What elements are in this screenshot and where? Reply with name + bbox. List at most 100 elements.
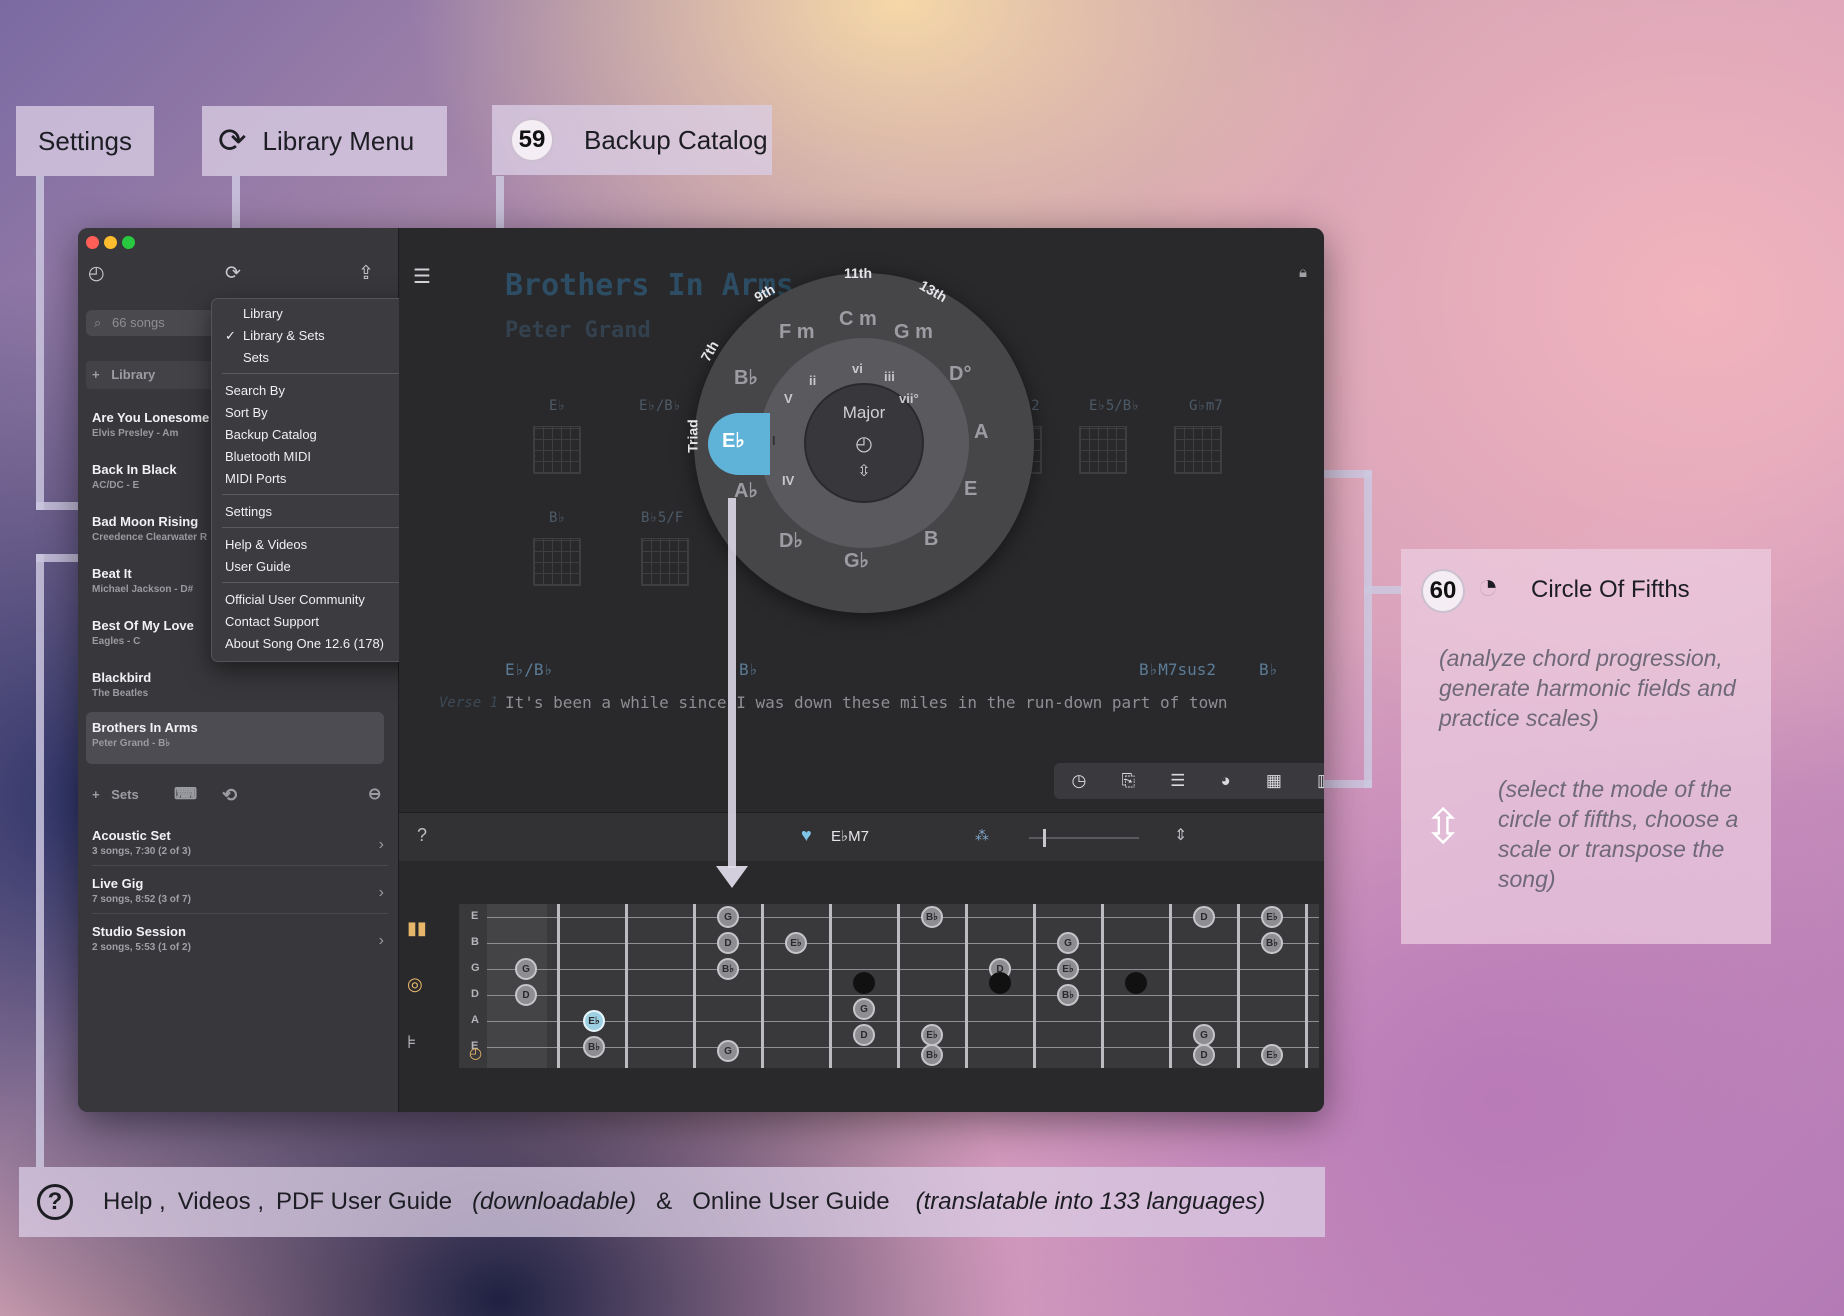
sync-icon[interactable]: ⟲ xyxy=(222,781,237,809)
fret-note[interactable]: D xyxy=(717,932,739,954)
fret-note[interactable]: B♭ xyxy=(1261,932,1283,954)
fret-note[interactable]: G xyxy=(515,958,537,980)
help-icon[interactable]: ? xyxy=(417,825,427,846)
collapse-icon[interactable]: ⊖ xyxy=(368,781,381,809)
fretboard-toggle-icon[interactable]: ▮▮ xyxy=(407,918,427,939)
menu-item-sets[interactable]: Sets xyxy=(225,348,422,368)
set-item[interactable]: Live Gig 7 songs, 8:52 (3 of 7) › xyxy=(92,876,388,914)
menu-item-library[interactable]: Library xyxy=(225,304,422,324)
scale-icon[interactable]: ◎ xyxy=(407,974,423,995)
fret-note[interactable]: G xyxy=(717,906,739,928)
extension-label[interactable]: 11th xyxy=(844,265,872,281)
fret-note-root[interactable]: E♭ xyxy=(583,1010,605,1032)
fret-note[interactable]: E♭ xyxy=(921,1024,943,1046)
lyrics-icon[interactable]: ☰ xyxy=(1170,771,1185,791)
menu-item-about[interactable]: About Song One 12.6 (178) xyxy=(225,634,422,654)
capo-icon[interactable]: ⁂ xyxy=(975,827,989,844)
menu-item-label: Official User Community xyxy=(225,592,365,607)
chord-grid-icon[interactable]: ▦ xyxy=(1266,771,1282,791)
circle-of-fifths[interactable]: Major ◴ ⇳ C m G m D° A E B G♭ D♭ A♭ E♭ B… xyxy=(685,265,1034,613)
fret-note[interactable]: D xyxy=(853,1024,875,1046)
set-item[interactable]: Acoustic Set 3 songs, 7:30 (2 of 3) › xyxy=(92,828,388,866)
volume-slider-thumb[interactable] xyxy=(1043,829,1046,847)
piano-icon[interactable]: ▥ xyxy=(1317,771,1324,791)
fret-note[interactable]: D xyxy=(515,984,537,1006)
fret-note[interactable]: E♭ xyxy=(1261,1044,1283,1066)
menu-item-library-sets[interactable]: ✓ Library & Sets xyxy=(225,326,422,346)
fret-note[interactable]: G xyxy=(1193,1024,1215,1046)
add-icon[interactable]: + xyxy=(92,367,100,382)
menu-item-settings[interactable]: Settings xyxy=(225,502,422,522)
key-label-selected[interactable]: E♭ xyxy=(722,428,745,453)
key-label[interactable]: B♭ xyxy=(734,365,758,390)
stepper-icon[interactable]: ⇕ xyxy=(1174,825,1187,845)
close-window-button[interactable] xyxy=(86,236,99,249)
fret-note[interactable]: B♭ xyxy=(921,906,943,928)
menu-item-search-by[interactable]: Search By› xyxy=(225,381,422,401)
playback-bar: ? ♥ E♭M7 ⁂ ⇕ xyxy=(399,812,1324,861)
fret-note[interactable]: D xyxy=(1193,906,1215,928)
clipboard-icon[interactable]: ⎘ xyxy=(1121,771,1135,791)
minimize-window-button[interactable] xyxy=(104,236,117,249)
fret-note[interactable]: G xyxy=(1057,932,1079,954)
lyric-chord[interactable]: B♭ xyxy=(739,660,758,679)
fret-note[interactable]: G xyxy=(853,998,875,1020)
set-item[interactable]: Studio Session 2 songs, 5:53 (1 of 2) › xyxy=(92,924,388,961)
fret-note[interactable]: B♭ xyxy=(717,958,739,980)
fret-note[interactable]: E♭ xyxy=(1057,958,1079,980)
gig-icon[interactable]: ⌨ xyxy=(174,781,197,809)
key-label[interactable]: F m xyxy=(779,321,815,344)
volume-slider[interactable] xyxy=(1029,829,1139,847)
extension-label[interactable]: Triad xyxy=(685,419,701,452)
key-label[interactable]: D° xyxy=(949,363,971,386)
lock-icon[interactable]: 🔒︎ xyxy=(1299,264,1307,281)
key-label[interactable]: A xyxy=(974,421,988,444)
settings-icon[interactable]: ◴ xyxy=(88,262,105,285)
menu-item-midi-ports[interactable]: MIDI Ports› xyxy=(225,469,422,489)
current-chord: E♭M7 xyxy=(831,828,869,845)
fret-note[interactable]: D xyxy=(1193,1044,1215,1066)
hamburger-menu-icon[interactable]: ☰ xyxy=(413,264,431,289)
lyric-chord[interactable]: E♭/B♭ xyxy=(505,660,553,679)
fretboard[interactable]: E B G D A E ◴ G D E♭ B♭ G D B♭ G E♭ G D … xyxy=(459,904,1319,1068)
instrument-icon[interactable]: ♥ xyxy=(801,825,812,846)
menu-item-sort-by[interactable]: Sort By› xyxy=(225,403,422,423)
tuner-icon[interactable]: ◴ xyxy=(469,1044,482,1062)
mode-select-icon[interactable]: ⇳ xyxy=(806,461,922,481)
share-icon[interactable]: ⇪ xyxy=(358,262,374,285)
lyric-chord[interactable]: B♭ xyxy=(1259,660,1278,679)
key-label[interactable]: G♭ xyxy=(844,548,869,573)
lyric-chord[interactable]: B♭M7sus2 xyxy=(1139,660,1216,679)
fret-note[interactable]: B♭ xyxy=(1057,984,1079,1006)
key-label[interactable]: G m xyxy=(894,321,933,344)
menu-item-contact-support[interactable]: Contact Support xyxy=(225,612,422,632)
circle-of-fifths-icon[interactable]: ◕ xyxy=(1220,771,1230,791)
menu-item-bluetooth-midi[interactable]: Bluetooth MIDI› xyxy=(225,447,422,467)
key-label[interactable]: B xyxy=(924,528,938,551)
extension-label[interactable]: 13th xyxy=(917,277,950,305)
tuning-icon[interactable]: ⊧ xyxy=(407,1032,416,1053)
fret-note[interactable]: G xyxy=(717,1040,739,1062)
chord-diagram-label: E♭ xyxy=(549,398,566,414)
song-item[interactable]: Blackbird The Beatles xyxy=(92,670,392,699)
key-label[interactable]: D♭ xyxy=(779,528,803,553)
key-label[interactable]: C m xyxy=(839,308,877,331)
song-item-selected[interactable]: Brothers In Arms Peter Grand - B♭ xyxy=(86,712,384,764)
zoom-window-button[interactable] xyxy=(122,236,135,249)
menu-item-community[interactable]: Official User Community xyxy=(225,590,422,610)
fret-note[interactable]: E♭ xyxy=(785,932,807,954)
extension-label[interactable]: 7th xyxy=(697,338,721,364)
key-label[interactable]: A♭ xyxy=(734,478,758,503)
fret-note[interactable]: B♭ xyxy=(583,1036,605,1058)
metronome-icon[interactable]: ◷ xyxy=(1072,771,1087,791)
mode-icon: ◴ xyxy=(855,433,873,455)
add-set-icon[interactable]: + xyxy=(92,787,100,802)
menu-item-help-videos[interactable]: Help & Videos› xyxy=(225,535,422,555)
menu-item-user-guide[interactable]: User Guide› xyxy=(225,557,422,577)
chord-diagram xyxy=(641,538,689,586)
menu-item-backup-catalog[interactable]: Backup Catalog› xyxy=(225,425,422,445)
fret-note[interactable]: B♭ xyxy=(921,1044,943,1066)
fret-note[interactable]: E♭ xyxy=(1261,906,1283,928)
key-label[interactable]: E xyxy=(964,478,977,501)
library-menu-icon[interactable]: ⟳ xyxy=(225,262,241,285)
